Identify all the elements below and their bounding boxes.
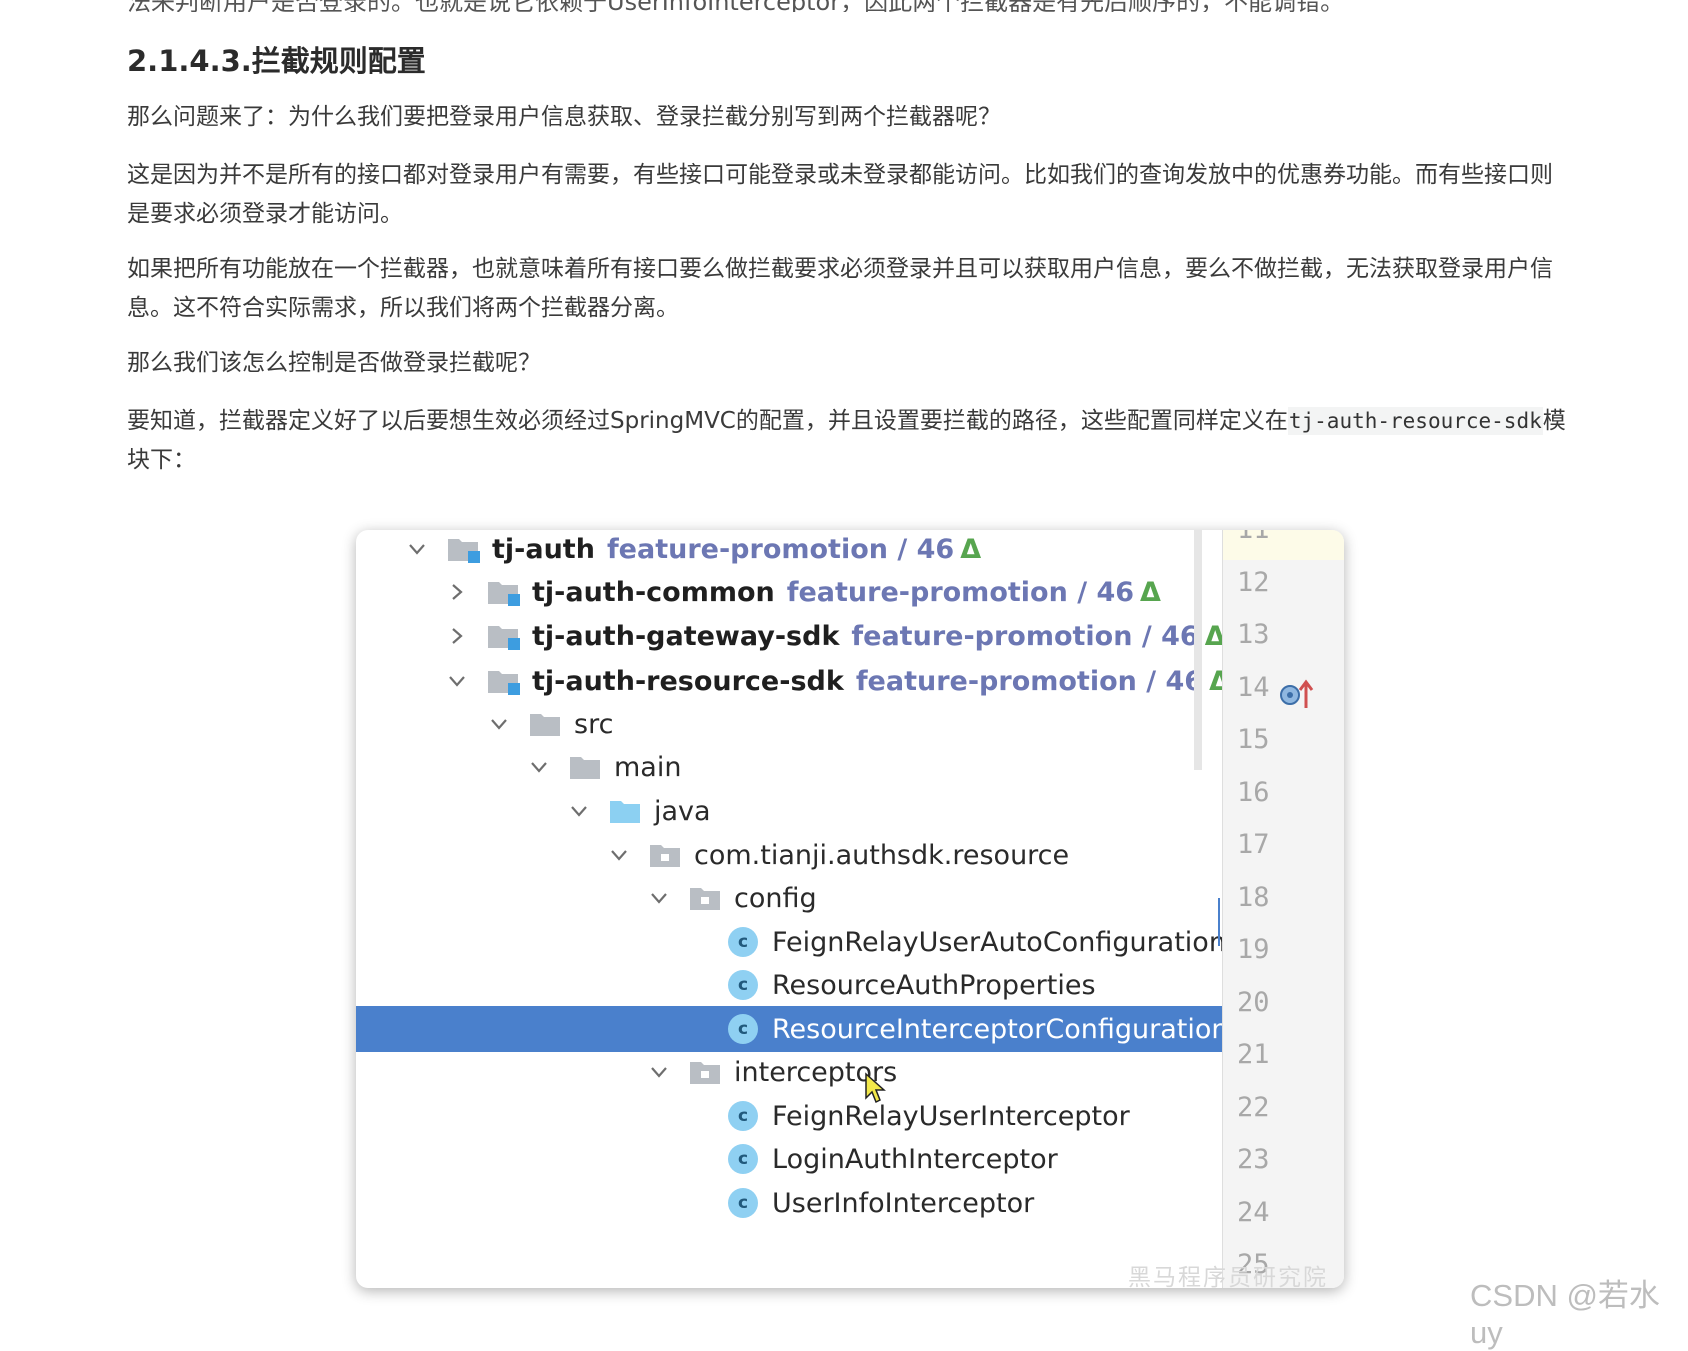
- tree-row[interactable]: com.tianji.authsdk.resource: [356, 832, 1232, 878]
- tree-row[interactable]: tj-auth feature-promotion / 46 Δ: [356, 530, 1232, 572]
- paragraph-3: 如果把所有功能放在一个拦截器，也就意味着所有接口要么做拦截要求必须登录并且可以获…: [127, 256, 1553, 321]
- tree-row[interactable]: c ResourceAuthProperties: [356, 962, 1232, 1008]
- chevron-down-icon[interactable]: [446, 670, 468, 692]
- tree-row[interactable]: c UserInfoInterceptor: [356, 1180, 1232, 1226]
- chevron-down-icon[interactable]: [568, 800, 590, 822]
- chevron-down-icon[interactable]: [648, 1061, 670, 1083]
- tree-item-label: FeignRelayUserAutoConfiguration: [772, 926, 1226, 958]
- tree-item-label: tj-auth: [492, 533, 595, 565]
- tree-row[interactable]: main: [356, 744, 1232, 790]
- module-folder-icon: [486, 621, 522, 651]
- chevron-down-icon[interactable]: [608, 844, 630, 866]
- source-folder-icon: [608, 796, 644, 826]
- tree-item-label: src: [574, 708, 614, 740]
- tree-item-label: java: [654, 795, 711, 827]
- tree-item-label: main: [614, 751, 682, 783]
- folder-icon: [568, 752, 604, 782]
- git-branch-label: feature-promotion / 46: [606, 533, 955, 565]
- ide-project-tree-screenshot: tj-auth feature-promotion / 46 Δtj-auth-co…: [356, 530, 1344, 1288]
- line-number: 12: [1237, 566, 1270, 598]
- tree-item-label: config: [734, 882, 817, 914]
- tree-item-label: tj-auth-common: [532, 576, 775, 608]
- mouse-cursor-icon: [865, 1072, 886, 1104]
- java-class-icon: c: [728, 1144, 758, 1174]
- chevron-down-icon[interactable]: [406, 538, 428, 560]
- tree-row[interactable]: c LoginAuthInterceptor: [356, 1136, 1232, 1182]
- line-number: 18: [1237, 881, 1270, 913]
- tree-row[interactable]: interceptors: [356, 1049, 1232, 1095]
- java-class-icon: c: [728, 1101, 758, 1131]
- tree-row[interactable]: tj-auth-resource-sdk feature-promotion / …: [356, 658, 1232, 704]
- package-folder-icon: [648, 840, 684, 870]
- splitter-marker: [1218, 898, 1220, 946]
- line-number: 21: [1237, 1039, 1270, 1070]
- java-class-icon: c: [728, 970, 758, 1000]
- git-branch-label: feature-promotion / 46: [855, 665, 1204, 697]
- tree-row[interactable]: c FeignRelayUserAutoConfiguration: [356, 919, 1232, 965]
- paragraph-2: 这是因为并不是所有的接口都对登录用户有需要，有些接口可能登录或未登录都能访问。比…: [127, 162, 1553, 227]
- git-branch-label: feature-promotion / 46: [786, 576, 1135, 608]
- module-folder-icon: [486, 577, 522, 607]
- chevron-right-icon[interactable]: [446, 581, 468, 603]
- paragraph-4: 那么我们该怎么控制是否做登录拦截呢？: [127, 350, 541, 376]
- git-branch-label: feature-promotion / 46: [851, 620, 1199, 652]
- git-delta-icon: Δ: [1140, 576, 1161, 608]
- chevron-down-icon[interactable]: [488, 713, 510, 735]
- inline-code-module: tj-auth-resource-sdk: [1287, 407, 1543, 435]
- tree-item-label: UserInfoInterceptor: [772, 1187, 1035, 1219]
- line-number: 19: [1237, 934, 1270, 965]
- package-folder-icon: [688, 883, 724, 913]
- chevron-down-icon[interactable]: [648, 887, 670, 909]
- tree-row[interactable]: src: [356, 701, 1232, 747]
- package-folder-icon: [688, 1057, 724, 1087]
- paragraph-5-text: 要知道，拦截器定义好了以后要想生效必须经过SpringMVC的配置，并且设置要拦…: [127, 408, 1288, 434]
- csdn-watermark: CSDN @若水uy: [1470, 1278, 1660, 1350]
- line-number: 24: [1237, 1196, 1270, 1228]
- line-number: 22: [1237, 1091, 1270, 1123]
- tree-row[interactable]: c FeignRelayUserInterceptor: [356, 1093, 1232, 1139]
- tree-row[interactable]: tj-auth-gateway-sdk feature-promotion / 4…: [356, 613, 1232, 659]
- tree-row[interactable]: config: [356, 875, 1232, 921]
- chevron-right-icon[interactable]: [446, 625, 468, 647]
- module-folder-icon: [446, 534, 482, 564]
- line-number: 23: [1237, 1144, 1270, 1175]
- tree-scrollbar[interactable]: [1194, 530, 1202, 770]
- tree-row[interactable]: java: [356, 788, 1232, 834]
- tree-item-label: ResourceAuthProperties: [772, 969, 1096, 1001]
- watermark: 黑马程序员研究院: [1128, 1265, 1328, 1291]
- module-folder-icon: [486, 666, 522, 696]
- paragraph-1: 那么问题来了：为什么我们要把登录用户信息获取、登录拦截分别写到两个拦截器呢？: [127, 104, 1001, 130]
- tree-item-label: tj-auth-resource-sdk: [532, 665, 844, 697]
- line-number: 15: [1237, 724, 1270, 755]
- tree-item-label: LoginAuthInterceptor: [772, 1143, 1058, 1175]
- previous-paragraph-cutoff: 法来判断用户是否登录的。也就是说它依赖于UserInfoInterceptor，…: [127, 0, 1567, 12]
- tree-item-label: ResourceInterceptorConfiguration: [772, 1013, 1229, 1045]
- tree-item-label: com.tianji.authsdk.resource: [694, 839, 1070, 871]
- java-class-icon: c: [728, 1188, 758, 1218]
- tree-item-label: tj-auth-gateway-sdk: [532, 620, 840, 652]
- line-number: 16: [1237, 776, 1270, 808]
- project-tree: tj-auth feature-promotion / 46 Δtj-auth-co…: [356, 530, 1232, 1288]
- implementation-arrow-icon[interactable]: [1278, 678, 1318, 712]
- line-number: 17: [1237, 829, 1270, 860]
- tree-row-selected[interactable]: c ResourceInterceptorConfiguration: [356, 1006, 1232, 1052]
- line-number: 13: [1237, 619, 1270, 650]
- tree-item-label: FeignRelayUserInterceptor: [772, 1100, 1130, 1132]
- paragraph-5: 要知道，拦截器定义好了以后要想生效必须经过SpringMVC的配置，并且设置要拦…: [127, 402, 1572, 480]
- line-number: 11: [1237, 530, 1297, 545]
- tree-row[interactable]: tj-auth-common feature-promotion / 46 Δ: [356, 569, 1232, 615]
- java-class-icon: c: [728, 927, 758, 957]
- section-title: 2.1.4.3.拦截规则配置: [127, 44, 426, 78]
- chevron-down-icon[interactable]: [528, 756, 550, 778]
- java-class-icon: c: [728, 1014, 758, 1044]
- folder-icon: [528, 709, 564, 739]
- editor-gutter: 111213141516171819202122232425: [1222, 530, 1344, 1288]
- line-number: 20: [1237, 986, 1270, 1018]
- git-delta-icon: Δ: [960, 533, 982, 565]
